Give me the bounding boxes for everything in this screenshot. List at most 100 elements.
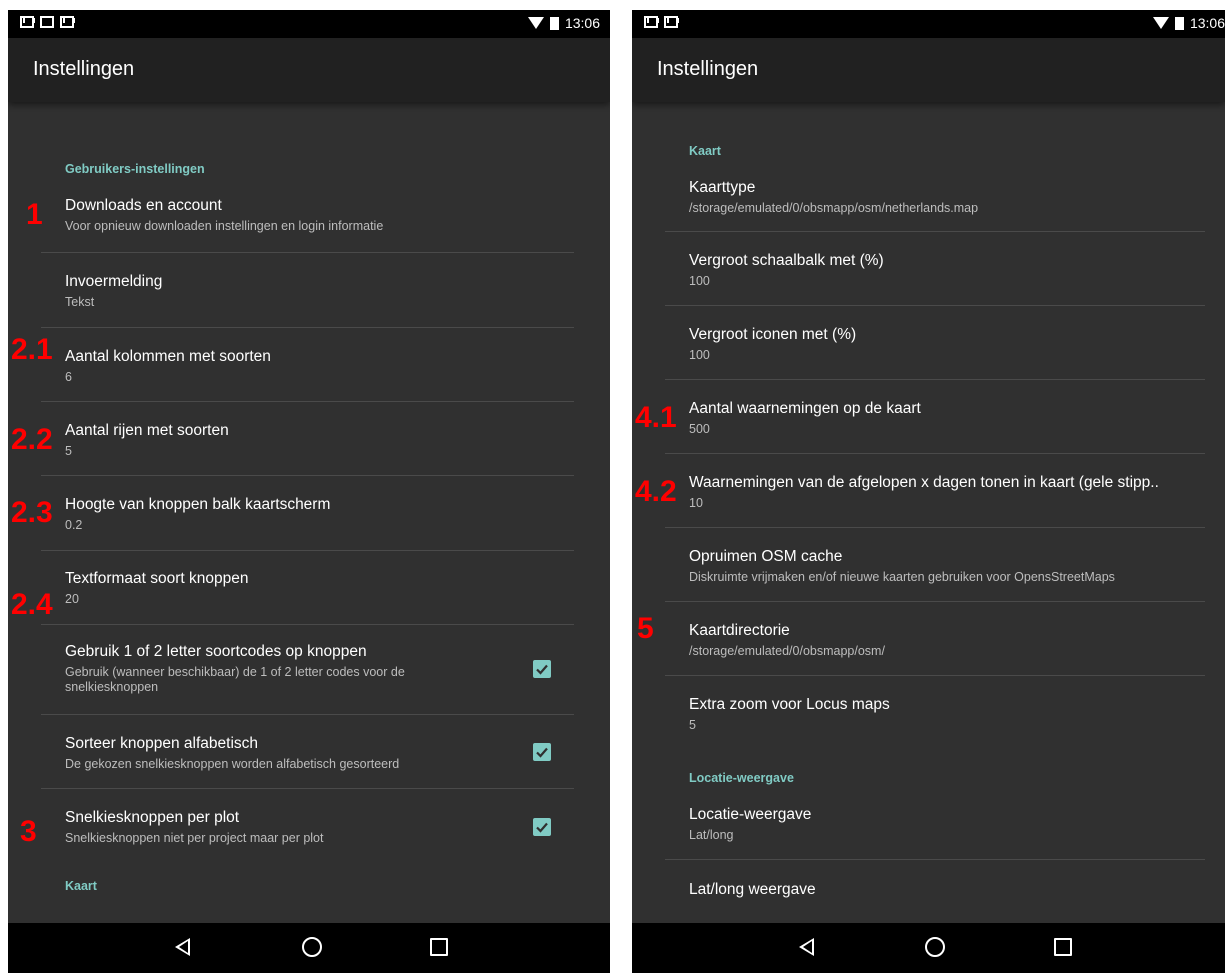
checkbox-sort-alphabetical[interactable] bbox=[533, 743, 551, 761]
pref-downloads-account[interactable]: Downloads en account Voor opnieuw downlo… bbox=[65, 196, 383, 234]
pref-observations-on-map[interactable]: Aantal waarnemingen op de kaart 500 bbox=[689, 399, 921, 437]
status-time: 13:06 bbox=[1189, 15, 1225, 31]
divider bbox=[665, 601, 1205, 602]
divider bbox=[665, 859, 1205, 860]
mail-icon bbox=[60, 16, 74, 28]
home-icon[interactable] bbox=[925, 937, 945, 957]
page-title: Instellingen bbox=[33, 58, 135, 80]
divider bbox=[665, 675, 1205, 676]
divider bbox=[665, 379, 1205, 380]
pref-shortcuts-per-plot[interactable]: Snelkiesknoppen per plot Snelkiesknoppen… bbox=[65, 808, 323, 846]
pref-summary: 6 bbox=[65, 370, 72, 384]
divider bbox=[665, 231, 1205, 232]
pref-summary: Gebruik (wanneer beschikbaar) de 1 of 2 … bbox=[65, 665, 405, 694]
status-time: 13:06 bbox=[564, 15, 600, 31]
pref-title: Opruimen OSM cache bbox=[689, 548, 843, 565]
pref-summary: Voor opnieuw downloaden instellingen en … bbox=[65, 219, 384, 233]
pref-title: Kaarttype bbox=[689, 179, 756, 196]
pref-letter-codes[interactable]: Gebruik 1 of 2 letter soortcodes op knop… bbox=[65, 642, 475, 695]
pref-icons-zoom[interactable]: Vergroot iconen met (%) 100 bbox=[689, 325, 856, 363]
pref-title: Waarnemingen van de afgelopen x dagen to… bbox=[689, 474, 1159, 491]
pref-species-rows[interactable]: Aantal rijen met soorten 5 bbox=[65, 421, 229, 459]
pref-button-bar-height[interactable]: Hoogte van knoppen balk kaartscherm 0.2 bbox=[65, 495, 330, 533]
pref-summary: 0.2 bbox=[65, 518, 83, 532]
pref-summary: Diskruimte vrijmaken en/of nieuwe kaarte… bbox=[689, 570, 1115, 584]
pref-scalebar-zoom[interactable]: Vergroot schaalbalk met (%) 100 bbox=[689, 251, 884, 289]
divider bbox=[41, 327, 574, 328]
category-header-location: Locatie-weergave bbox=[689, 771, 794, 785]
status-bar: 13:06 bbox=[632, 10, 1225, 38]
category-header-user-settings: Gebruikers-instellingen bbox=[65, 162, 205, 176]
checkbox-letter-codes[interactable] bbox=[533, 660, 551, 678]
category-header-map: Kaart bbox=[689, 144, 721, 158]
pref-title: Vergroot schaalbalk met (%) bbox=[689, 252, 884, 269]
pref-summary: 100 bbox=[689, 274, 710, 288]
image-icon bbox=[40, 16, 54, 28]
status-bar: 13:06 bbox=[8, 10, 610, 38]
pref-summary: 5 bbox=[65, 444, 72, 458]
pref-summary: 10 bbox=[689, 496, 703, 510]
divider bbox=[41, 788, 574, 789]
settings-list: Gebruikers-instellingen Downloads en acc… bbox=[8, 102, 610, 923]
home-icon[interactable] bbox=[302, 937, 322, 957]
check-icon bbox=[536, 747, 548, 758]
pref-title: Kaartdirectorie bbox=[689, 622, 790, 639]
annotation-number: 2.1 bbox=[11, 333, 53, 366]
pref-map-type[interactable]: Kaarttype /storage/emulated/0/obsmapp/os… bbox=[689, 178, 978, 216]
settings-list: Kaart Kaarttype /storage/emulated/0/obsm… bbox=[632, 102, 1225, 923]
page-title: Instellingen bbox=[657, 58, 759, 80]
pref-observations-days[interactable]: Waarnemingen van de afgelopen x dagen to… bbox=[689, 473, 1159, 511]
pref-summary: /storage/emulated/0/obsmapp/osm/ bbox=[689, 644, 885, 658]
divider bbox=[41, 475, 574, 476]
pref-title: Vergroot iconen met (%) bbox=[689, 326, 857, 343]
right-phone-screen: 13:06 Instellingen Kaart Kaarttype /stor… bbox=[632, 10, 1225, 973]
pref-summary: Lat/long bbox=[689, 828, 734, 842]
battery-icon bbox=[1174, 16, 1184, 30]
annotation-number: 2.4 bbox=[11, 588, 53, 621]
navigation-bar bbox=[632, 923, 1225, 973]
pref-sort-alphabetical[interactable]: Sorteer knoppen alfabetisch De gekozen s… bbox=[65, 734, 399, 772]
wifi-icon bbox=[1152, 17, 1169, 29]
pref-title: Lat/long weergave bbox=[689, 881, 816, 898]
pref-locus-zoom[interactable]: Extra zoom voor Locus maps 5 bbox=[689, 695, 890, 733]
pref-title: Extra zoom voor Locus maps bbox=[689, 696, 890, 713]
pref-latlong-display[interactable]: Lat/long weergave bbox=[689, 880, 816, 900]
pref-title: Snelkiesknoppen per plot bbox=[65, 809, 240, 826]
pref-input-notification[interactable]: Invoermelding Tekst bbox=[65, 272, 162, 310]
pref-summary: 500 bbox=[689, 422, 710, 436]
annotation-number: 1 bbox=[26, 198, 43, 231]
pref-title: Invoermelding bbox=[65, 273, 163, 290]
divider bbox=[665, 453, 1205, 454]
pref-clear-osm-cache[interactable]: Opruimen OSM cache Diskruimte vrijmaken … bbox=[689, 547, 1115, 585]
pref-title: Downloads en account bbox=[65, 197, 222, 214]
divider bbox=[41, 714, 574, 715]
pref-summary: 100 bbox=[689, 348, 710, 362]
divider bbox=[41, 624, 574, 625]
pref-summary: 20 bbox=[65, 592, 79, 606]
pref-summary: /storage/emulated/0/obsmapp/osm/netherla… bbox=[689, 201, 979, 215]
back-icon[interactable] bbox=[799, 938, 814, 956]
pref-map-directory[interactable]: Kaartdirectorie /storage/emulated/0/obsm… bbox=[689, 621, 885, 659]
annotation-number: 2.3 bbox=[11, 496, 53, 529]
pref-summary: Snelkiesknoppen niet per project maar pe… bbox=[65, 831, 324, 845]
pref-location-display[interactable]: Locatie-weergave Lat/long bbox=[689, 805, 811, 843]
recents-icon[interactable] bbox=[1054, 938, 1072, 956]
app-toolbar: Instellingen bbox=[8, 38, 610, 102]
divider bbox=[665, 305, 1205, 306]
pref-summary: De gekozen snelkiesknoppen worden alfabe… bbox=[65, 757, 400, 771]
recents-icon[interactable] bbox=[430, 938, 448, 956]
pref-species-columns[interactable]: Aantal kolommen met soorten 6 bbox=[65, 347, 271, 385]
divider bbox=[41, 401, 574, 402]
back-icon[interactable] bbox=[175, 938, 190, 956]
check-icon bbox=[536, 822, 548, 833]
annotation-number: 2.2 bbox=[11, 423, 53, 456]
annotation-number: 4.2 bbox=[635, 475, 677, 508]
annotation-number: 5 bbox=[637, 612, 654, 645]
pref-button-text-size[interactable]: Textformaat soort knoppen 20 bbox=[65, 569, 249, 607]
navigation-bar bbox=[8, 923, 610, 973]
divider bbox=[665, 527, 1205, 528]
divider bbox=[41, 252, 574, 253]
checkbox-shortcuts-per-plot[interactable] bbox=[533, 818, 551, 836]
divider bbox=[41, 550, 574, 551]
pref-title: Aantal kolommen met soorten bbox=[65, 348, 271, 365]
